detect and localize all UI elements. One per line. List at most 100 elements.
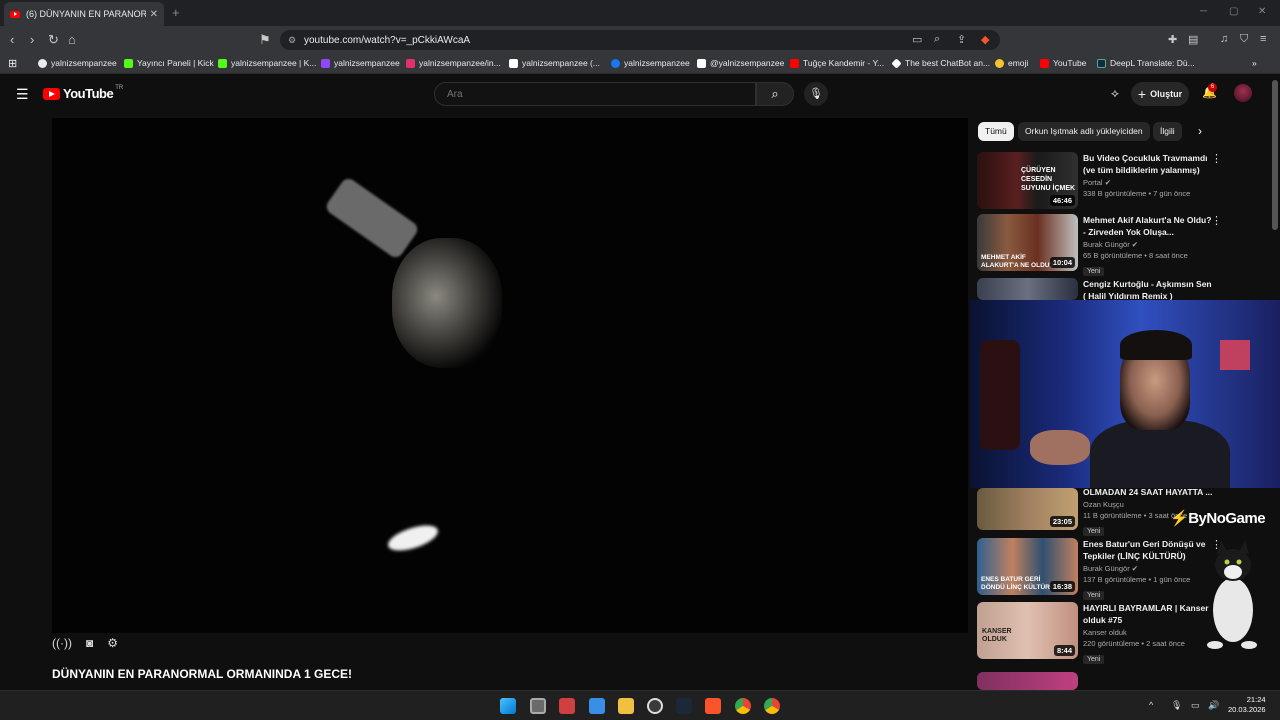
apps-grid-icon[interactable]: ⊞ <box>8 57 17 70</box>
more-options-icon[interactable]: ⋮ <box>1211 214 1222 227</box>
live-broadcast-icon[interactable]: ((·)) <box>52 636 72 650</box>
recommendation-meta: 338 B görüntüleme • 7 gün önce <box>1083 189 1191 198</box>
bookmarks-bar: ⊞ yalnizsempanzee Yayıncı Paneli | Kick … <box>0 54 1280 74</box>
bookmark-item[interactable]: YouTube <box>1040 58 1086 68</box>
recommendation-title[interactable]: OLMADAN 24 SAAT HAYATTA ... <box>1083 486 1213 498</box>
back-icon[interactable]: ‹ <box>10 32 14 47</box>
recommendation-thumbnail[interactable] <box>977 672 1078 690</box>
menu-icon[interactable]: ≡ <box>1260 33 1266 45</box>
recommendation-thumbnail[interactable]: ENES BATUR GERİ DÖNDÜ LİNÇ KÜLTÜRÜ 16:38 <box>977 538 1078 595</box>
hamburger-menu-icon[interactable]: ☰ <box>16 86 29 103</box>
recommendation-thumbnail[interactable]: KANSER OLDUK 8:44 <box>977 602 1078 659</box>
recommendation-channel[interactable]: Kanser olduk <box>1083 628 1213 637</box>
bookmark-item[interactable]: emoji <box>995 58 1028 68</box>
reload-icon[interactable]: ↻ <box>48 32 59 48</box>
extensions-icon[interactable]: ✚ <box>1168 33 1177 46</box>
youtube-logo[interactable]: YouTube TR <box>43 85 123 101</box>
chip-from-uploader[interactable]: Orkun Işıtmak adlı yükleyiciden <box>1018 122 1150 141</box>
brave-browser-icon[interactable] <box>705 698 721 714</box>
cast-tab-icon[interactable]: ▭ <box>912 33 922 46</box>
recommendation-meta: 65 B görüntüleme • 8 saat önce <box>1083 251 1188 260</box>
scrollbar-thumb[interactable] <box>1272 80 1278 230</box>
recommendation-title[interactable]: HAYIRLI BAYRAMLAR | Kanser olduk #75 <box>1083 602 1213 626</box>
media-icon[interactable]: ♫ <box>1220 33 1228 45</box>
video-overlay-controls: ((·)) ◙ ⚙ <box>52 636 118 650</box>
start-menu-icon[interactable] <box>500 698 516 714</box>
chrome-icon[interactable] <box>735 698 751 714</box>
recommendation-channel[interactable]: Portal ✔ <box>1083 178 1213 187</box>
microphone-tray-icon[interactable]: 🎙 <box>1171 700 1182 711</box>
bookmark-item[interactable]: The best ChatBot an... <box>891 57 990 69</box>
recommendation-title[interactable]: Bu Video Çocukluk Travmamdı (ve tüm bild… <box>1083 152 1213 176</box>
recommendation-title[interactable]: Enes Batur'un Geri Dönüşü ve Tepkiler (L… <box>1083 538 1213 562</box>
sidebar-icon[interactable]: ▤ <box>1188 33 1198 46</box>
vpn-icon[interactable]: ⛉ <box>1240 33 1248 46</box>
system-clock[interactable]: 21:24 20.03.2026 <box>1228 695 1266 715</box>
youtube-play-icon <box>43 87 60 100</box>
recommendation-thumbnail[interactable]: MEHMET AKİF ALAKURT'A NE OLDU? 10:04 <box>977 214 1078 271</box>
browser-tab[interactable]: (6) DÜNYANIN EN PARANORMAL ORMANINDA 1 G… <box>4 2 164 26</box>
display-tray-icon[interactable]: ▭ <box>1191 700 1200 711</box>
task-view-icon[interactable] <box>530 698 546 714</box>
bookmark-item[interactable]: yalnizsempanzee <box>321 58 400 68</box>
site-info-icon[interactable]: ⚙ <box>288 35 296 46</box>
recommendation-thumbnail[interactable]: 23:05 <box>977 488 1078 530</box>
new-badge: Yeni <box>1083 267 1105 276</box>
recommendation-item[interactable] <box>977 672 1257 690</box>
minimize-icon[interactable]: ─ <box>1200 6 1207 17</box>
camera-icon[interactable]: ◙ <box>86 636 93 650</box>
new-badge: Yeni <box>1083 591 1105 600</box>
chevron-right-icon[interactable]: › <box>1198 124 1202 138</box>
zoom-icon[interactable]: ⌕ <box>934 33 940 46</box>
recommendation-title[interactable]: Cengiz Kurtoğlu - Aşkımsın Sen ( Halil Y… <box>1083 278 1213 302</box>
home-icon[interactable]: ⌂ <box>68 32 76 47</box>
recommendation-thumbnail[interactable]: ÇÜRÜYEN CESEDİN SUYUNU İÇMEK 46:46 <box>977 152 1078 209</box>
recommendation-channel[interactable]: Ozan Kuşçu <box>1083 500 1213 509</box>
bookmark-item[interactable]: yalnizsempanzee <box>611 58 690 68</box>
bookmark-item[interactable]: Yayıncı Paneli | Kick <box>124 58 214 68</box>
volume-icon[interactable]: 🔊 <box>1208 700 1219 711</box>
url-field[interactable]: ⚙ youtube.com/watch?v=_pCkkiAWcaA <box>280 30 1000 50</box>
bookmark-item[interactable]: Tuğçe Kandemir - Y... <box>790 58 884 68</box>
snipping-tool-icon[interactable] <box>559 698 575 714</box>
chrome-profile-icon[interactable] <box>764 698 780 714</box>
close-window-icon[interactable]: ✕ <box>1258 6 1266 17</box>
avatar[interactable] <box>1234 84 1252 102</box>
recommendation-channel[interactable]: Burak Güngör ✔ <box>1083 564 1213 573</box>
recommendation-title[interactable]: Mehmet Akif Alakurt'a Ne Oldu? - Zirvede… <box>1083 214 1213 238</box>
share-icon[interactable]: ⇪ <box>957 33 966 46</box>
tab-close-icon[interactable]: ✕ <box>150 9 158 20</box>
maximize-icon[interactable]: ▢ <box>1229 6 1238 17</box>
search-input[interactable] <box>434 82 756 106</box>
more-bookmarks-icon[interactable]: » <box>1252 58 1257 68</box>
voice-search-button[interactable]: 🎙 <box>804 82 828 106</box>
plus-icon: + <box>1137 86 1147 102</box>
photos-icon[interactable] <box>589 698 605 714</box>
microphone-icon: 🎙 <box>809 88 823 100</box>
video-player[interactable] <box>52 118 968 633</box>
bookmark-icon[interactable]: ⚑ <box>259 32 271 48</box>
chip-all[interactable]: Tümü <box>978 122 1014 141</box>
bookmark-item[interactable]: yalnizsempanzee/in... <box>406 58 501 68</box>
bookmark-item[interactable]: DeepL Translate: Dü... <box>1097 58 1195 68</box>
chip-related[interactable]: İlgili <box>1153 122 1182 141</box>
cast-icon[interactable]: ⟡ <box>1111 86 1119 101</box>
recommendation-channel[interactable]: Burak Güngör ✔ <box>1083 240 1213 249</box>
bookmark-item[interactable]: @yalnizsempanzee <box>697 58 784 68</box>
new-tab-button[interactable]: + <box>172 5 180 20</box>
settings-gear-icon[interactable]: ⚙ <box>107 636 118 650</box>
brave-shield-icon[interactable]: ◆ <box>981 33 989 46</box>
create-button[interactable]: + Oluştur <box>1131 82 1189 106</box>
tray-chevron-up-icon[interactable]: ^ <box>1149 700 1153 710</box>
more-options-icon[interactable]: ⋮ <box>1211 152 1222 165</box>
obs-icon[interactable] <box>647 698 663 714</box>
bookmark-item[interactable]: yalnizsempanzee (... <box>509 58 600 68</box>
forward-icon[interactable]: › <box>30 32 34 47</box>
notification-badge: 6 <box>1208 83 1217 92</box>
steam-icon[interactable] <box>676 698 692 714</box>
file-explorer-icon[interactable] <box>618 698 634 714</box>
bookmark-item[interactable]: yalnizsempanzee | K... <box>218 58 316 68</box>
bookmark-item[interactable]: yalnizsempanzee <box>38 58 117 68</box>
search-button[interactable]: ⌕ <box>756 82 794 106</box>
recommendation-thumbnail[interactable] <box>977 278 1078 300</box>
